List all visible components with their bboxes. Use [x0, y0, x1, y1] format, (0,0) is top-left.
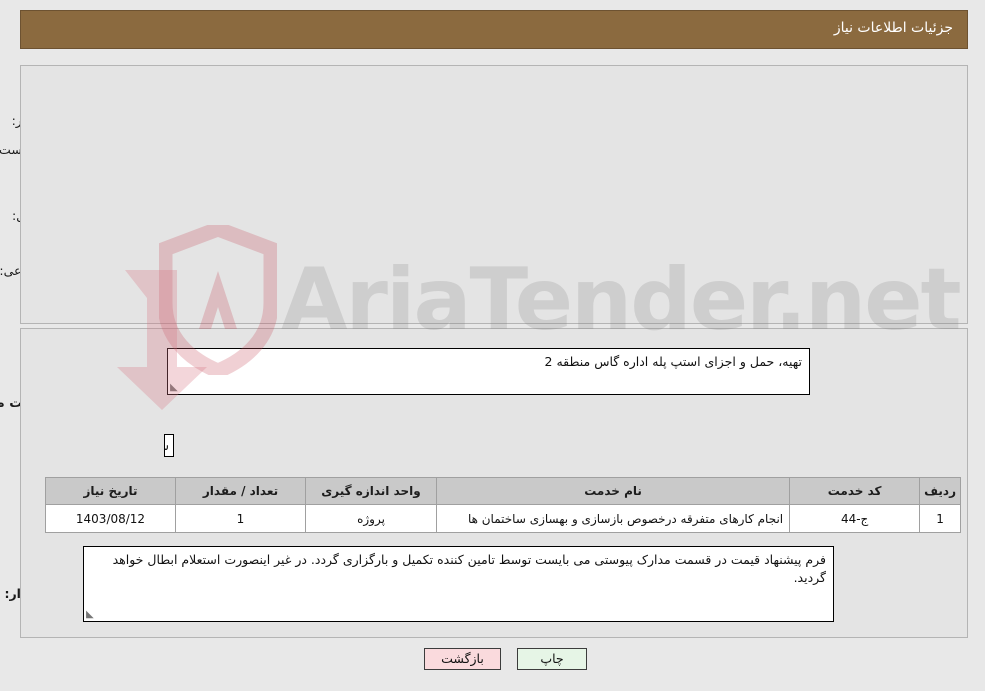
cell-name: انجام کارهای متفرقه درخصوص بازسازی و بهس… — [436, 504, 792, 533]
table-header-row: ردیف کد خدمت نام خدمت واحد اندازه گیری ت… — [46, 477, 962, 505]
page-header: جزئیات اطلاعات نیاز — [21, 10, 969, 49]
th-code: کد خدمت — [790, 477, 922, 505]
page-root: جزئیات اطلاعات نیاز شماره نیاز: 11030927… — [0, 0, 985, 691]
buyer-notes-textarea[interactable]: فرم پیشنهاد قیمت در قسمت مدارک پیوستی می… — [84, 546, 835, 622]
cell-row: 1 — [920, 504, 962, 533]
need-description-value: تهیه، حمل و اجزای استپ پله اداره گاس منط… — [545, 354, 803, 369]
th-row: ردیف — [920, 477, 962, 505]
need-description-textarea[interactable]: تهیه، حمل و اجزای استپ پله اداره گاس منط… — [168, 348, 811, 395]
services-table: ردیف کد خدمت نام خدمت واحد اندازه گیری ت… — [46, 477, 962, 533]
th-date: تاریخ نیاز — [46, 477, 177, 505]
th-qty: تعداد / مقدار — [176, 477, 307, 505]
cell-code: ج-44 — [790, 504, 922, 533]
need-summary-panel — [21, 65, 969, 324]
page-title: جزئیات اطلاعات نیاز — [834, 20, 954, 36]
print-button[interactable]: چاپ — [518, 648, 588, 670]
buyer-notes-value: فرم پیشنهاد قیمت در قسمت مدارک پیوستی می… — [113, 552, 827, 585]
resize-grip-icon-2[interactable]: ◢ — [87, 609, 97, 620]
th-unit: واحد اندازه گیری — [306, 477, 438, 505]
th-name: نام خدمت — [436, 477, 792, 505]
cell-unit: پروژه — [306, 504, 438, 533]
resize-grip-icon[interactable]: ◢ — [171, 382, 181, 393]
cell-qty: 1 — [176, 504, 307, 533]
cell-date: 1403/08/12 — [46, 504, 177, 533]
table-row: 1 ج-44 انجام کارهای متفرقه درخصوص بازساز… — [46, 504, 962, 533]
back-button[interactable]: بازگشت — [425, 648, 502, 670]
service-group-value[interactable]: ساختمان — [165, 434, 175, 457]
